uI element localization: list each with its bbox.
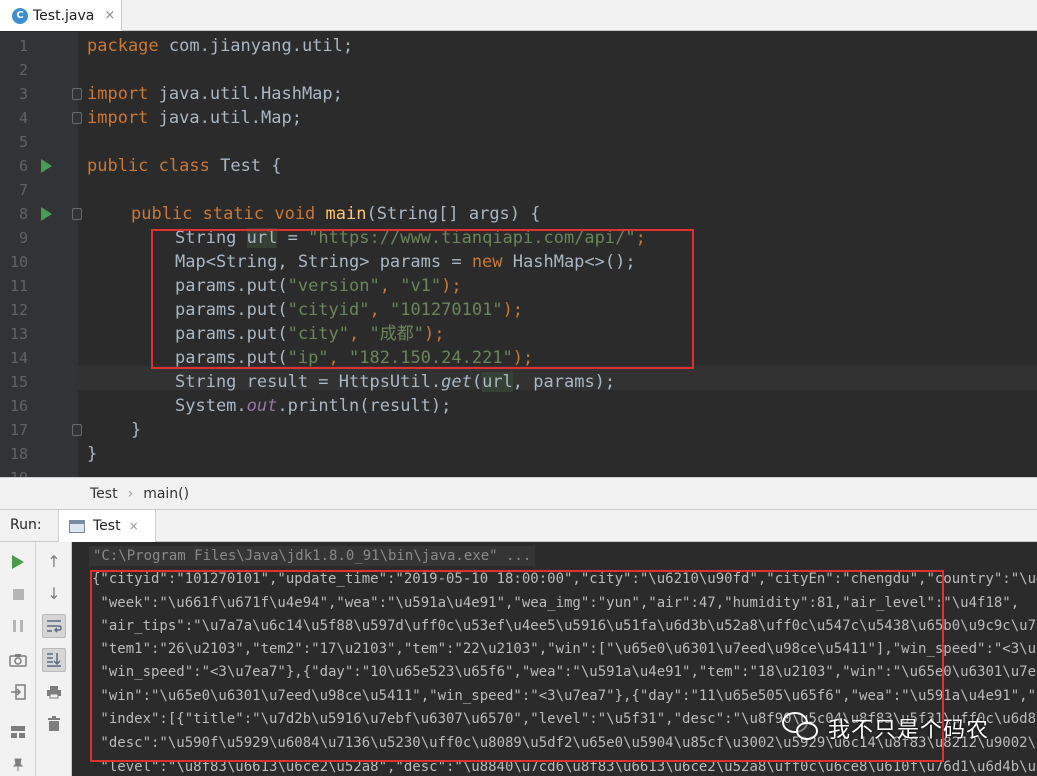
- breadcrumb-item-main[interactable]: main(): [143, 486, 189, 502]
- java-class-icon: C: [12, 7, 28, 24]
- close-icon[interactable]: ×: [104, 8, 115, 23]
- login-arrow-icon: [11, 684, 26, 700]
- run-tab-test[interactable]: Test ×: [58, 510, 156, 542]
- line-gutter: 1 2 3 4 5 6 7 8 9 10 11 12 13 14 15 16 1…: [0, 32, 82, 477]
- play-icon: [12, 555, 24, 569]
- pin-button[interactable]: [6, 752, 30, 776]
- code-editor[interactable]: 1 2 3 4 5 6 7 8 9 10 11 12 13 14 15 16 1…: [0, 32, 1037, 477]
- code-line-18: }: [87, 444, 98, 464]
- run-tab-label: Test: [93, 518, 121, 534]
- fold-icon[interactable]: [72, 88, 82, 100]
- annotation-box-code: [151, 229, 694, 369]
- run-title: Run:: [10, 517, 42, 533]
- stop-button[interactable]: [6, 582, 30, 606]
- line-number: 6: [18, 157, 28, 175]
- line-number: 10: [9, 253, 28, 271]
- fold-icon[interactable]: [72, 112, 82, 124]
- run-gutter-icon[interactable]: [41, 159, 52, 173]
- close-icon[interactable]: ×: [129, 519, 139, 533]
- tab-label: Test.java: [33, 7, 95, 24]
- run-tool-window-header: Run: Test ×: [0, 510, 1037, 542]
- breadcrumb-separator: ›: [127, 485, 134, 502]
- line-number: 5: [18, 133, 28, 151]
- restore-layout-button[interactable]: [6, 680, 30, 704]
- line-number: 3: [18, 85, 28, 103]
- rerun-button[interactable]: [6, 550, 30, 574]
- pin-icon: [12, 758, 24, 771]
- line-number: 9: [18, 229, 28, 247]
- line-number: 13: [9, 325, 28, 343]
- line-number: 18: [9, 445, 28, 463]
- line-number: 17: [9, 421, 28, 439]
- pause-icon: [13, 620, 23, 632]
- code-line-17: }: [131, 420, 142, 440]
- console-command: "C:\Program Files\Java\jdk1.8.0_91\bin\j…: [89, 546, 536, 566]
- line-number: 1: [18, 37, 28, 55]
- code-line-4: import java.util.Map;: [87, 108, 302, 128]
- clear-all-button[interactable]: [42, 712, 66, 736]
- code-line-6: public class Test {: [87, 156, 282, 176]
- soft-wrap-icon: [47, 620, 62, 633]
- screenshot-button[interactable]: [6, 648, 30, 672]
- line-number: 8: [18, 205, 28, 223]
- layout-icon: [11, 726, 25, 738]
- line-number: 14: [9, 349, 28, 367]
- console-icon: [69, 519, 85, 533]
- line-number: 4: [18, 109, 28, 127]
- print-icon: [47, 686, 61, 699]
- breadcrumb-item-test[interactable]: Test: [90, 486, 118, 502]
- tab-test-java[interactable]: C Test.java ×: [0, 0, 122, 31]
- line-number: 12: [9, 301, 28, 319]
- code-line-15: String result = HttpsUtil.get(url, param…: [175, 372, 616, 392]
- code-line-8: public static void main(String[] args) {: [131, 204, 541, 224]
- line-number: 15: [9, 373, 28, 391]
- watermark-text: 我不只是个码农: [828, 718, 990, 743]
- pause-button[interactable]: [6, 614, 30, 638]
- run-toolbar: [0, 542, 36, 776]
- code-line-1: package com.jianyang.util;: [87, 36, 354, 56]
- line-number: 7: [18, 181, 28, 199]
- fold-icon[interactable]: [72, 208, 82, 220]
- breadcrumb: Test › main(): [0, 477, 1037, 510]
- editor-tab-bar: C Test.java ×: [0, 0, 1037, 31]
- arrow-up-icon: ↑: [47, 552, 61, 571]
- line-number: 19: [6, 466, 28, 477]
- stop-icon: [12, 588, 24, 600]
- camera-icon: [9, 654, 27, 667]
- scroll-to-end-icon: [47, 653, 61, 667]
- fold-icon[interactable]: [72, 424, 82, 436]
- print-button[interactable]: [42, 680, 66, 704]
- line-number: 11: [9, 277, 28, 295]
- scroll-to-end-button[interactable]: [42, 648, 66, 672]
- soft-wrap-button[interactable]: [42, 614, 66, 638]
- trash-icon: [48, 716, 60, 731]
- code-line-3: import java.util.HashMap;: [87, 84, 343, 104]
- watermark: 我不只是个码农: [782, 708, 1022, 748]
- run-gutter-icon[interactable]: [41, 207, 52, 221]
- line-number: 16: [9, 397, 28, 415]
- scroll-down-button[interactable]: ↓: [42, 582, 66, 606]
- layout-button[interactable]: [6, 720, 30, 744]
- scroll-up-button[interactable]: ↑: [42, 550, 66, 574]
- arrow-down-icon: ↓: [47, 584, 61, 603]
- wechat-icon: [782, 712, 822, 744]
- code-line-16: System.out.println(result);: [175, 396, 452, 416]
- line-number: 2: [18, 61, 28, 79]
- console-toolbar: ↑ ↓: [36, 542, 72, 776]
